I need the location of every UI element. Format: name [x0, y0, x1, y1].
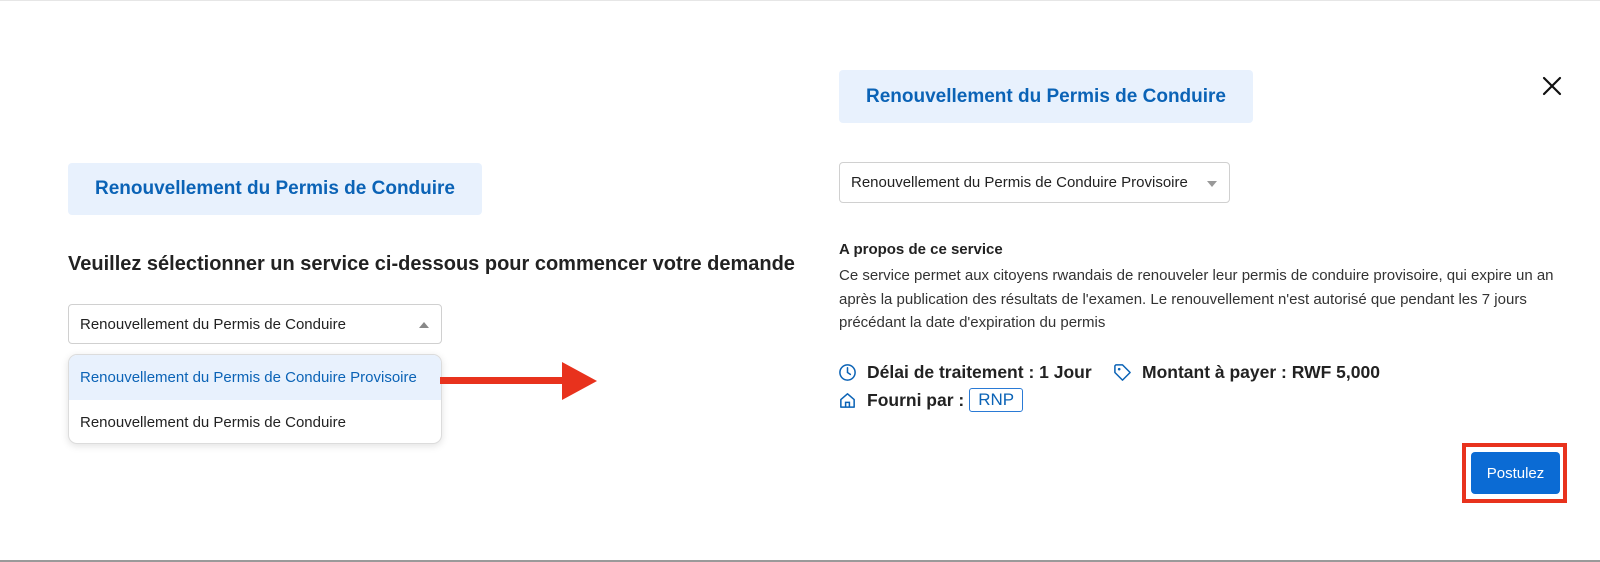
processing-time-label: Délai de traitement : 1 Jour	[867, 362, 1092, 382]
provider-badge: RNP	[969, 388, 1024, 412]
annotation-arrow-shaft	[440, 377, 565, 384]
close-icon	[1542, 76, 1562, 96]
select-service-prompt: Veuillez sélectionner un service ci-dess…	[68, 253, 795, 275]
chevron-down-icon	[1207, 181, 1217, 187]
provided-by-label: Fourni par :	[867, 389, 965, 410]
left-service-title: Renouvellement du Permis de Conduire	[68, 163, 482, 215]
dropdown-option-provisoire[interactable]: Renouvellement du Permis de Conduire Pro…	[69, 355, 441, 400]
amount-to-pay: Montant à payer : RWF 5,000	[1113, 362, 1380, 383]
amount-label: Montant à payer : RWF 5,000	[1142, 362, 1380, 382]
top-border	[0, 0, 1600, 1]
left-select-value: Renouvellement du Permis de Conduire	[80, 315, 346, 333]
dropdown-option-permis[interactable]: Renouvellement du Permis de Conduire	[69, 400, 441, 443]
clock-icon	[839, 364, 856, 381]
right-select-value: Renouvellement du Permis de Conduire Pro…	[851, 174, 1188, 191]
provided-by: Fourni par : RNP	[838, 388, 1024, 412]
about-description: Ce service permet aux citoyens rwandais …	[839, 267, 1554, 331]
processing-time: Délai de traitement : 1 Jour	[838, 362, 1092, 383]
about-title: A propos de ce service	[839, 241, 1003, 258]
tag-icon	[1114, 364, 1131, 381]
right-service-title: Renouvellement du Permis de Conduire	[839, 70, 1253, 123]
annotation-arrow-head	[562, 362, 597, 400]
right-service-select[interactable]: Renouvellement du Permis de Conduire Pro…	[839, 162, 1230, 203]
service-dropdown-menu: Renouvellement du Permis de Conduire Pro…	[68, 354, 442, 444]
caret-up-icon	[419, 322, 429, 328]
home-icon	[840, 392, 855, 408]
apply-button[interactable]: Postulez	[1471, 452, 1560, 494]
close-button[interactable]	[1538, 72, 1566, 100]
left-service-select[interactable]: Renouvellement du Permis de Conduire	[68, 304, 442, 344]
